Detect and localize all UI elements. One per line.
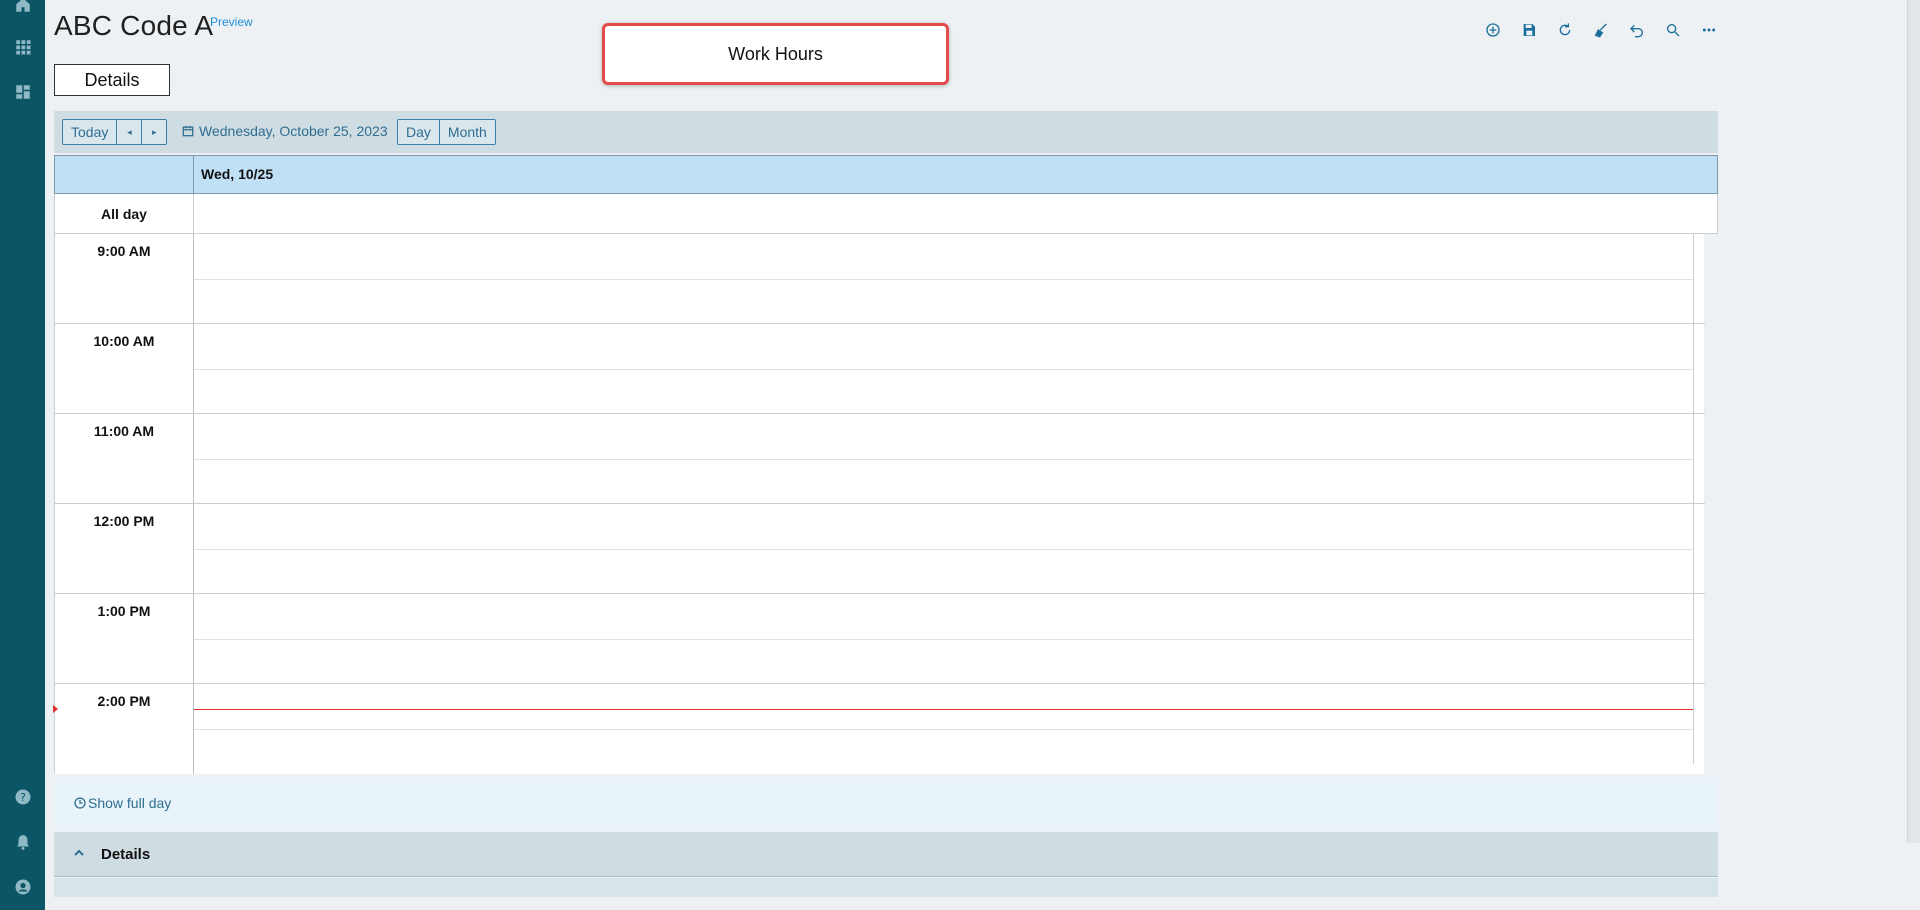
help-icon[interactable]: ? [0, 782, 45, 812]
half-hour-line [194, 279, 1693, 280]
show-full-day-bar: Show full day [54, 777, 1718, 831]
more-icon [1702, 28, 1716, 32]
add-button[interactable] [1475, 18, 1511, 42]
home-icon[interactable] [0, 0, 45, 20]
save-button[interactable] [1511, 18, 1547, 42]
toolbar [1475, 18, 1727, 42]
search-icon [1667, 23, 1680, 37]
hour-row[interactable]: 2:00 PM [55, 684, 1705, 774]
svg-text:?: ? [20, 792, 26, 804]
hour-row[interactable]: 12:00 PM [55, 504, 1705, 594]
bell-icon[interactable] [0, 827, 45, 857]
clear-button[interactable] [1583, 18, 1619, 42]
page-title: ABC Code A [54, 10, 214, 41]
time-label: 12:00 PM [93, 513, 155, 529]
day-header[interactable]: Wed, 10/25 [201, 166, 273, 182]
prev-button[interactable]: ◂ [117, 120, 143, 144]
details-section-title: Details [101, 846, 151, 863]
dashboard-icon[interactable] [0, 77, 45, 107]
all-day-label: All day [55, 194, 194, 233]
time-label: 10:00 AM [93, 333, 155, 349]
current-date-label: Wednesday, October 25, 2023 [199, 123, 388, 139]
details-section-header[interactable]: Details [54, 832, 1718, 877]
view-day-button[interactable]: Day [398, 120, 440, 144]
user-icon[interactable] [0, 872, 45, 902]
grid-right-border [1693, 234, 1694, 764]
calendar-icon [182, 125, 194, 137]
nav-rail: ? [0, 0, 45, 910]
search-button[interactable] [1655, 18, 1691, 42]
add-icon [1486, 23, 1500, 37]
refresh-button[interactable] [1547, 18, 1583, 42]
time-label: 11:00 AM [93, 423, 155, 439]
calendar-toolbar: Today ◂ ▸ Wednesday, October 25, 2023 Da… [54, 111, 1718, 153]
nav-button-group: Today ◂ ▸ [62, 119, 168, 145]
current-time-indicator [194, 709, 1693, 710]
undo-button[interactable] [1619, 18, 1655, 42]
time-label: 2:00 PM [97, 693, 151, 709]
more-button[interactable] [1691, 18, 1727, 42]
show-full-day-label: Show full day [88, 795, 172, 811]
time-slots[interactable]: 9:00 AM 10:00 AM 11:00 AM 12:00 PM 1:00 … [53, 234, 1705, 774]
apps-grid-icon[interactable] [0, 32, 45, 62]
time-label: 1:00 PM [97, 603, 151, 619]
half-hour-line [194, 459, 1693, 460]
hour-row[interactable]: 10:00 AM [55, 324, 1705, 414]
half-hour-line [194, 729, 1693, 730]
half-hour-line [194, 369, 1693, 370]
all-day-row[interactable]: All day [54, 194, 1718, 234]
time-label: 9:00 AM [97, 243, 151, 259]
current-date[interactable]: Wednesday, October 25, 2023 [182, 123, 388, 139]
refresh-icon [1559, 23, 1571, 36]
details-section-body [54, 878, 1718, 897]
view-month-button[interactable]: Month [440, 120, 495, 144]
current-time-marker [53, 705, 58, 713]
save-icon [1523, 24, 1535, 36]
clear-icon [1594, 23, 1607, 38]
next-button[interactable]: ▸ [142, 120, 166, 144]
half-hour-line [194, 549, 1693, 550]
header-corner [55, 156, 194, 193]
hour-row[interactable]: 9:00 AM [55, 234, 1705, 324]
day-header-row: Wed, 10/25 [54, 155, 1718, 194]
half-hour-line [194, 639, 1693, 640]
vertical-scrollbar[interactable] [1907, 0, 1920, 843]
today-button[interactable]: Today [63, 120, 118, 144]
tab-details[interactable]: Details [54, 64, 170, 96]
hour-row[interactable]: 1:00 PM [55, 594, 1705, 684]
view-button-group: Day Month [397, 119, 496, 145]
show-full-day-link[interactable]: Show full day [74, 795, 171, 811]
clock-icon [74, 797, 86, 809]
hour-row[interactable]: 11:00 AM [55, 414, 1705, 504]
chevron-up-icon[interactable] [72, 846, 86, 860]
undo-icon [1630, 24, 1643, 38]
preview-badge: Preview [210, 15, 253, 29]
work-hours-callout: Work Hours [602, 23, 949, 85]
